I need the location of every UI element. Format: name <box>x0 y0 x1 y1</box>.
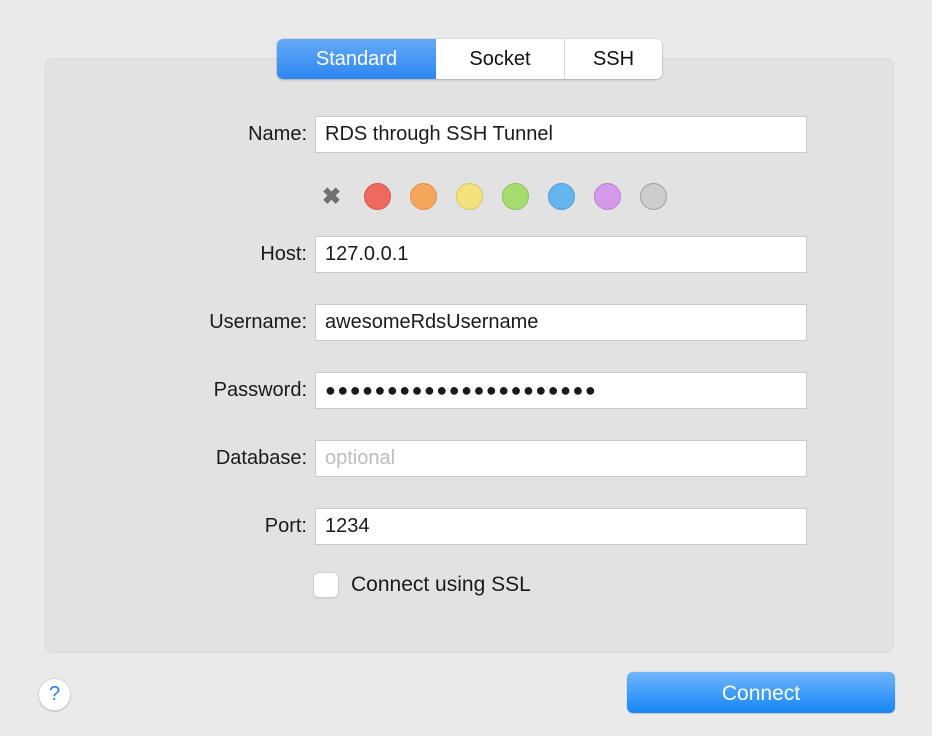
tab-socket[interactable]: Socket <box>436 39 564 79</box>
database-label: Database: <box>45 440 307 477</box>
help-button[interactable]: ? <box>38 678 71 711</box>
database-input[interactable] <box>315 440 807 477</box>
host-input[interactable] <box>315 236 807 273</box>
clear-color-icon[interactable]: ✖ <box>318 182 345 210</box>
ssl-checkbox[interactable] <box>313 572 339 598</box>
color-swatch-orange[interactable] <box>410 183 437 210</box>
database-row: Database: <box>0 440 932 477</box>
color-swatch-green[interactable] <box>502 183 529 210</box>
tab-standard[interactable]: Standard <box>277 39 436 79</box>
tab-ssh[interactable]: SSH <box>564 39 662 79</box>
name-input[interactable] <box>315 116 807 153</box>
password-label: Password: <box>45 372 307 409</box>
color-swatches: ✖ <box>318 182 667 210</box>
password-input[interactable] <box>315 372 807 409</box>
username-input[interactable] <box>315 304 807 341</box>
username-label: Username: <box>45 304 307 341</box>
ssl-checkbox-label: Connect using SSL <box>351 571 531 599</box>
name-row: Name: <box>0 116 932 153</box>
connection-type-tabs: Standard Socket SSH <box>277 39 662 79</box>
port-input[interactable] <box>315 508 807 545</box>
color-swatch-red[interactable] <box>364 183 391 210</box>
port-label: Port: <box>45 508 307 545</box>
port-row: Port: <box>0 508 932 545</box>
color-swatch-yellow[interactable] <box>456 183 483 210</box>
host-label: Host: <box>45 236 307 273</box>
username-row: Username: <box>0 304 932 341</box>
connect-button[interactable]: Connect <box>627 672 895 713</box>
password-row: Password: <box>0 372 932 409</box>
color-swatch-purple[interactable] <box>594 183 621 210</box>
color-swatch-gray[interactable] <box>640 183 667 210</box>
color-swatch-blue[interactable] <box>548 183 575 210</box>
host-row: Host: <box>0 236 932 273</box>
name-label: Name: <box>45 116 307 153</box>
